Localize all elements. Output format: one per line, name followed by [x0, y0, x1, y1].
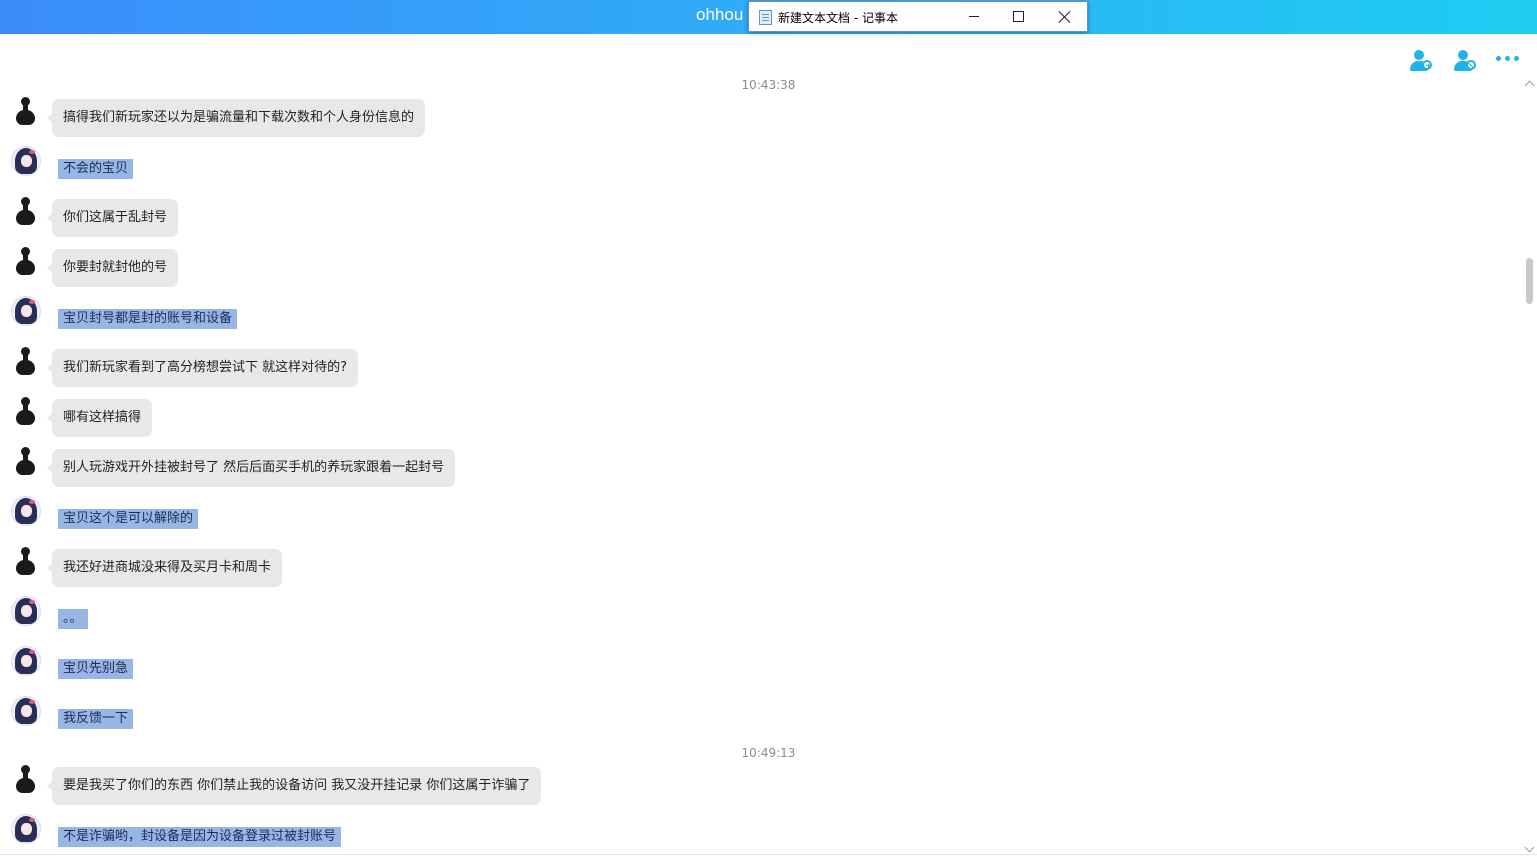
user-message-bubble: 你们这属于乱封号 — [46, 199, 179, 237]
agent-avatar[interactable] — [11, 696, 41, 726]
notepad-title: 新建文本文档 - 记事本 — [778, 11, 898, 25]
agent-message: 不会的宝贝 — [58, 159, 134, 179]
add-user-icon[interactable] — [1409, 48, 1435, 74]
user-avatar[interactable] — [11, 396, 41, 426]
agent-message: 。。 — [58, 609, 88, 629]
agent-avatar[interactable] — [11, 814, 41, 844]
user-message-bubble: 你要封就封他的号 — [46, 249, 179, 287]
agent-avatar[interactable] — [11, 496, 41, 526]
agent-message: 宝贝先别急 — [58, 659, 134, 679]
block-user-icon[interactable] — [1453, 48, 1479, 74]
agent-avatar[interactable] — [11, 596, 41, 626]
user-avatar[interactable] — [11, 196, 41, 226]
user-message-bubble: 我还好进商城没来得及买月卡和周卡 — [46, 549, 283, 587]
app-title: ohhou — [696, 5, 744, 24]
more-icon[interactable] — [1496, 56, 1520, 62]
user-message-bubble: 我们新玩家看到了高分榜想尝试下 就这样对待的? — [46, 349, 359, 387]
close-button[interactable] — [1042, 2, 1087, 31]
user-message-bubble: 搞得我们新玩家还以为是骗流量和下载次数和个人身份信息的 — [46, 99, 426, 137]
agent-avatar[interactable] — [11, 646, 41, 676]
maximize-icon — [1013, 11, 1024, 22]
agent-message: 我反馈一下 — [58, 709, 134, 729]
agent-avatar[interactable] — [11, 296, 41, 326]
user-avatar[interactable] — [11, 96, 41, 126]
notepad-icon — [759, 10, 772, 25]
user-message-bubble: 要是我买了你们的东西 你们禁止我的设备访问 我又没开挂记录 你们这属于诈骗了 — [46, 767, 542, 805]
user-avatar[interactable] — [11, 764, 41, 794]
timestamp: 10:43:38 — [741, 78, 796, 92]
agent-avatar[interactable] — [11, 146, 41, 176]
user-avatar[interactable] — [11, 546, 41, 576]
timestamp: 10:49:13 — [741, 746, 796, 760]
maximize-button[interactable] — [996, 2, 1041, 31]
divider — [0, 854, 1537, 855]
user-avatar[interactable] — [11, 346, 41, 376]
scrollbar-thumb[interactable] — [1526, 258, 1533, 304]
minimize-button[interactable] — [951, 2, 996, 31]
user-avatar[interactable] — [11, 246, 41, 276]
scroll-down-icon[interactable] — [1524, 847, 1534, 853]
user-avatar[interactable] — [11, 446, 41, 476]
close-icon — [1059, 11, 1071, 23]
agent-message: 不是诈骗哟，封设备是因为设备登录过被封账号 — [58, 827, 342, 847]
minimize-icon — [968, 16, 979, 17]
agent-message: 宝贝封号都是封的账号和设备 — [58, 309, 238, 329]
user-message-bubble: 别人玩游戏开外挂被封号了 然后后面买手机的养玩家跟着一起封号 — [46, 449, 456, 487]
user-message-bubble: 哪有这样搞得 — [46, 399, 153, 437]
agent-message: 宝贝这个是可以解除的 — [58, 509, 199, 529]
notepad-window[interactable]: 新建文本文档 - 记事本 — [748, 1, 1088, 32]
